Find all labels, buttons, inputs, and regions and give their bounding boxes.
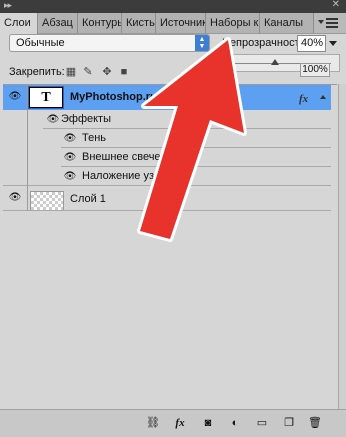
effect-row[interactable]: 👁 Тень [3,129,331,148]
effects-visibility-eye-icon[interactable]: 👁 [46,115,60,125]
lock-position-icon[interactable]: ✥ [101,66,113,78]
lock-transparency-icon[interactable]: ▦ [65,66,77,78]
blend-mode-value: Обычные [16,37,65,49]
layer-row-raster[interactable]: 👁 Слой 1 [3,186,331,211]
mask-icon[interactable]: ◙ [200,416,216,430]
eye-column-divider [27,167,28,186]
row-separator [3,210,331,211]
link-layers-icon[interactable]: ⛓ [145,416,161,430]
layer-name[interactable]: Слой 1 [70,193,106,205]
tab-layers[interactable]: Слои [0,13,38,34]
layers-footer-toolbar: ⛓ fx ◙ ◐ ▭ ❐ 🗑 [0,409,346,437]
effect-row[interactable]: 👁 Внешнее свечение [3,148,331,167]
collapse-icon[interactable]: ▸▸ [4,0,12,11]
effect-name: Наложение узора [82,170,173,182]
eye-column-divider [27,110,28,129]
effect-name: Тень [82,132,107,144]
fx-icon[interactable]: fx [172,416,188,430]
lock-all-icon[interactable]: ■ [118,66,130,78]
fx-icon[interactable]: fx [299,93,308,105]
effects-group-row[interactable]: 👁 Эффекты [3,110,331,129]
new-layer-icon[interactable]: ❐ [281,416,297,430]
panel-menu-icon[interactable] [318,18,338,28]
eye-column-divider [27,129,28,148]
group-folder-icon[interactable]: ▭ [254,416,270,430]
opacity-slider-thumb[interactable] [271,59,279,65]
eye-column-divider [27,148,28,167]
lock-label: Закрепить: [9,66,65,78]
layers-panel: ▸▸ ✕ Слои Абзац Контуры Кисть Источник Н… [0,0,346,437]
adjustment-layer-icon[interactable]: ◐ [227,416,243,430]
layers-scrollbar[interactable] [338,84,346,409]
lock-pixels-icon[interactable]: ✎ [82,66,94,78]
expand-effects-icon[interactable] [320,95,326,99]
raster-layer-thumbnail [30,191,64,211]
layer-row-text[interactable]: 👁 T MyPhotoshop.ru fx [3,85,331,110]
trash-icon[interactable]: 🗑 [307,416,323,430]
effect-visibility-eye-icon[interactable]: 👁 [63,153,77,163]
tab-brush-presets[interactable]: Наборы к [206,13,260,33]
opacity-dropdown-icon[interactable] [329,41,337,46]
effect-visibility-eye-icon[interactable]: 👁 [63,172,77,182]
effect-visibility-eye-icon[interactable]: 👁 [63,134,77,144]
eye-column-divider [27,186,28,211]
tab-channels[interactable]: Каналы [260,13,314,33]
opacity-input[interactable]: 40% [297,35,326,52]
tab-bar: Слои Абзац Контуры Кисть Источник Наборы… [0,13,346,34]
panel-titlebar: ▸▸ ✕ [0,0,346,13]
effect-row[interactable]: 👁 Наложение узора [3,167,331,186]
select-arrows-icon: ▲ ▼ [195,35,209,51]
close-icon[interactable]: ✕ [332,0,340,10]
opacity-label: Непрозрачность: [222,37,309,49]
effect-name: Внешнее свечение [82,151,179,163]
tab-clone-source[interactable]: Источник [156,13,206,33]
effects-label: Эффекты [61,113,112,125]
blend-mode-select[interactable]: Обычные ▲ ▼ [9,34,210,52]
text-layer-thumbnail: T [28,86,64,109]
tab-paragraph[interactable]: Абзац [38,13,78,33]
layer-name[interactable]: MyPhotoshop.ru [70,91,157,103]
visibility-eye-icon[interactable]: 👁 [8,92,22,102]
visibility-eye-icon[interactable]: 👁 [8,193,22,203]
layers-list: 👁 T MyPhotoshop.ru fx 👁 Эффекты 👁 Тень 👁… [3,84,337,407]
tab-brush[interactable]: Кисть [122,13,156,33]
tab-paths[interactable]: Контуры [78,13,122,33]
fill-input[interactable]: 100% [300,63,330,77]
